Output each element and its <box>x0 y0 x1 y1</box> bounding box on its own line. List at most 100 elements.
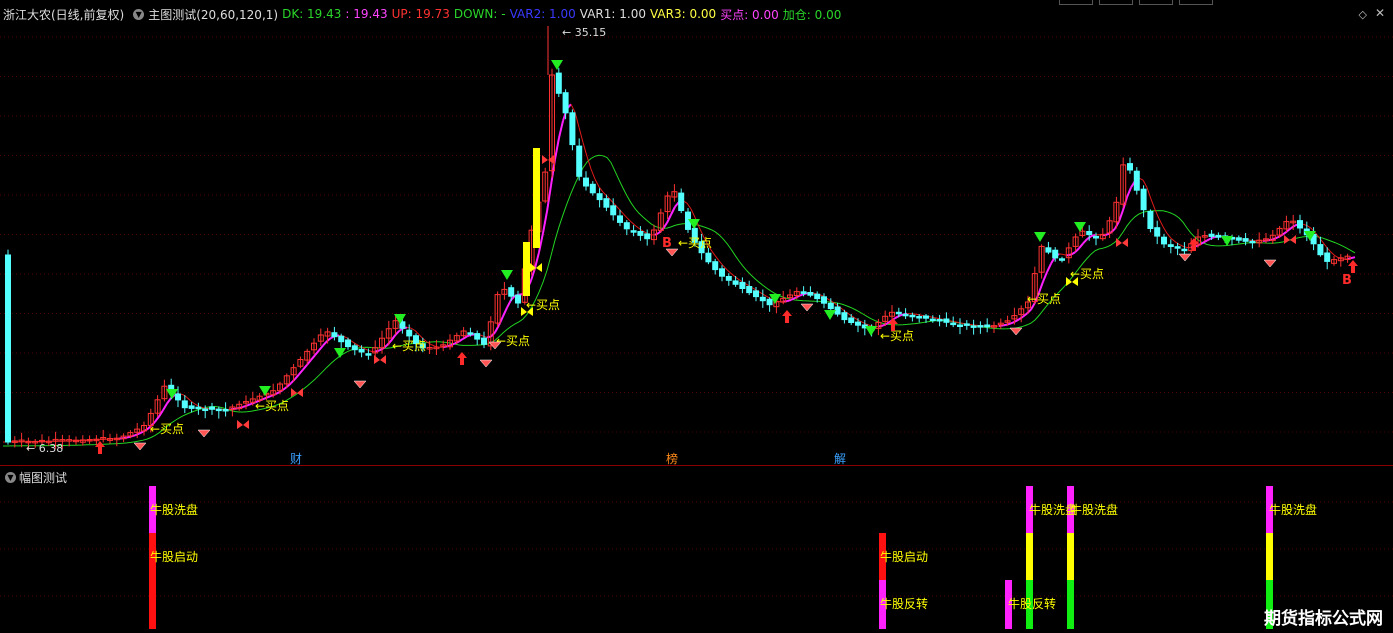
ma-fast-segment <box>266 395 272 399</box>
ma-fast-segment <box>910 313 916 315</box>
ma-fast-segment <box>934 317 940 320</box>
indicator-name[interactable]: 主图测试(20,60,120,1) <box>148 6 278 23</box>
signal-label: 牛股洗盘 <box>150 502 198 517</box>
ma-fast-segment <box>1014 318 1020 323</box>
ma-fast-segment <box>310 354 316 361</box>
candle-body <box>1317 244 1324 256</box>
diamond-icon[interactable]: ◇ <box>1359 8 1367 21</box>
candle-body <box>555 72 562 94</box>
candle-body <box>596 193 603 201</box>
limit-up-bar <box>523 242 530 296</box>
candle-body <box>800 291 807 294</box>
buy-arrow-icon <box>782 310 792 323</box>
candle-body <box>358 348 365 353</box>
buy-value: 买点: 0.00 <box>720 7 779 22</box>
candle-body <box>508 287 515 297</box>
candle-body <box>181 400 188 409</box>
high-price-label: ← 35.15 <box>562 26 606 39</box>
candle-body <box>1324 252 1331 262</box>
ma-fast-segment <box>582 142 588 157</box>
candle-body <box>916 316 923 319</box>
candle-body <box>1133 170 1140 191</box>
candle-body <box>732 280 739 285</box>
ma-fast-segment <box>590 168 596 180</box>
candle-body <box>637 231 644 236</box>
ma-fast-segment <box>1118 209 1124 222</box>
ma-fast-segment <box>302 364 308 371</box>
buy-point-label: ←买点 <box>1070 267 1104 281</box>
ma-fast-segment <box>586 156 592 170</box>
candle-body <box>834 306 841 315</box>
signal-label: 牛股洗盘 <box>1269 502 1317 517</box>
candle-body <box>923 315 929 319</box>
ma-fast-segment <box>670 206 676 216</box>
candle-body <box>467 332 474 335</box>
ma-fast-segment <box>430 344 436 347</box>
gem-icon <box>1009 327 1023 336</box>
sub-chart-panel[interactable]: 牛股洗盘 牛股启动 牛股启动 牛股反转 牛股反转 牛股洗盘 牛股洗盘 牛股洗盘 ▼ 幅图测试 … <box>0 466 1393 633</box>
ma-fast-segment <box>290 378 296 384</box>
sub-indicator-chart[interactable]: 牛股洗盘牛股启动 牛股启动牛股反转 牛股反转牛股洗盘牛股洗盘 牛股洗盘 <box>0 466 1393 633</box>
ma-fast-segment <box>898 313 904 317</box>
candle-body <box>215 408 222 412</box>
candle-body <box>977 325 984 328</box>
candle-body <box>970 325 977 328</box>
ma-fast-segment <box>690 208 696 218</box>
candle-body <box>5 254 11 443</box>
candlestick-chart[interactable]: ← 35.15← 6.38←买点←买点←买点 ←买点←买点←买点←买点←买点←买点… <box>0 0 1393 466</box>
ma-fast-segment <box>1206 237 1212 242</box>
candle-body <box>222 409 229 412</box>
candle-body <box>855 321 861 326</box>
gem-icon <box>1178 253 1192 262</box>
ma-fast-segment <box>622 213 628 219</box>
signal-bar <box>1026 533 1033 580</box>
ma-fast-segment <box>634 224 640 229</box>
candle-body <box>1242 238 1249 242</box>
sell-triangle-icon <box>1034 232 1046 242</box>
buy-point-label: ←买点 <box>255 399 289 413</box>
candle-body <box>929 318 936 322</box>
candle-body <box>719 268 725 277</box>
candle-body <box>1052 249 1059 259</box>
ma-fast-segment <box>914 313 920 316</box>
candle-body <box>515 294 521 304</box>
gem-icon <box>1263 259 1277 268</box>
ma-fast-segment <box>298 368 304 376</box>
candle-body <box>957 324 963 327</box>
ma-fast-segment <box>1322 242 1328 249</box>
close-icon[interactable]: ✕ <box>1375 6 1385 20</box>
candle-body <box>175 393 181 401</box>
sell-triangle-icon <box>551 60 563 70</box>
add-value: 加仓: 0.00 <box>782 7 842 22</box>
sub-indicator-name[interactable]: 幅图测试 <box>19 469 67 486</box>
main-chart-panel[interactable]: ← 35.15 ← 6.38 ←买点 ←买点 ←买点 ←买点 ←买点 ←买点 ←买点 ←买点 ←买点… <box>0 0 1393 466</box>
candle-body <box>984 324 991 328</box>
b-marker: B <box>1342 273 1352 288</box>
ma-fast-segment <box>1046 263 1052 273</box>
candle-body <box>807 292 814 296</box>
candle-body <box>739 281 746 289</box>
ma-fast-segment <box>630 221 636 226</box>
signal-label: 牛股反转 <box>880 596 928 611</box>
ma-fast-segment <box>1306 225 1312 229</box>
candle-body <box>1045 247 1052 253</box>
candle-body <box>753 290 759 298</box>
ma-fast-segment <box>834 303 840 307</box>
ma-fast-segment <box>642 230 648 234</box>
ma-fast-segment <box>626 217 632 223</box>
chevron-down-icon[interactable]: ▼ <box>5 472 16 483</box>
b-marker: B <box>662 236 672 251</box>
ma-fast-segment <box>1350 256 1356 260</box>
candle-body <box>909 314 916 318</box>
ma-fast-segment <box>542 211 548 234</box>
candle-body <box>209 406 215 410</box>
candle-body <box>766 298 773 306</box>
chevron-down-icon[interactable]: ▼ <box>133 8 145 20</box>
ma-fast-segment <box>1330 251 1336 257</box>
signal-label: 牛股反转 <box>1008 596 1056 611</box>
candle-body <box>746 286 753 294</box>
stock-title[interactable]: 浙江大农(日线,前复权) <box>3 6 124 23</box>
main-indicator-header: 浙江大农(日线,前复权) ▼ 主图测试(20,60,120,1) DK: 19.… <box>0 5 845 23</box>
candle-body <box>338 335 345 343</box>
signal-bar <box>1067 533 1074 580</box>
